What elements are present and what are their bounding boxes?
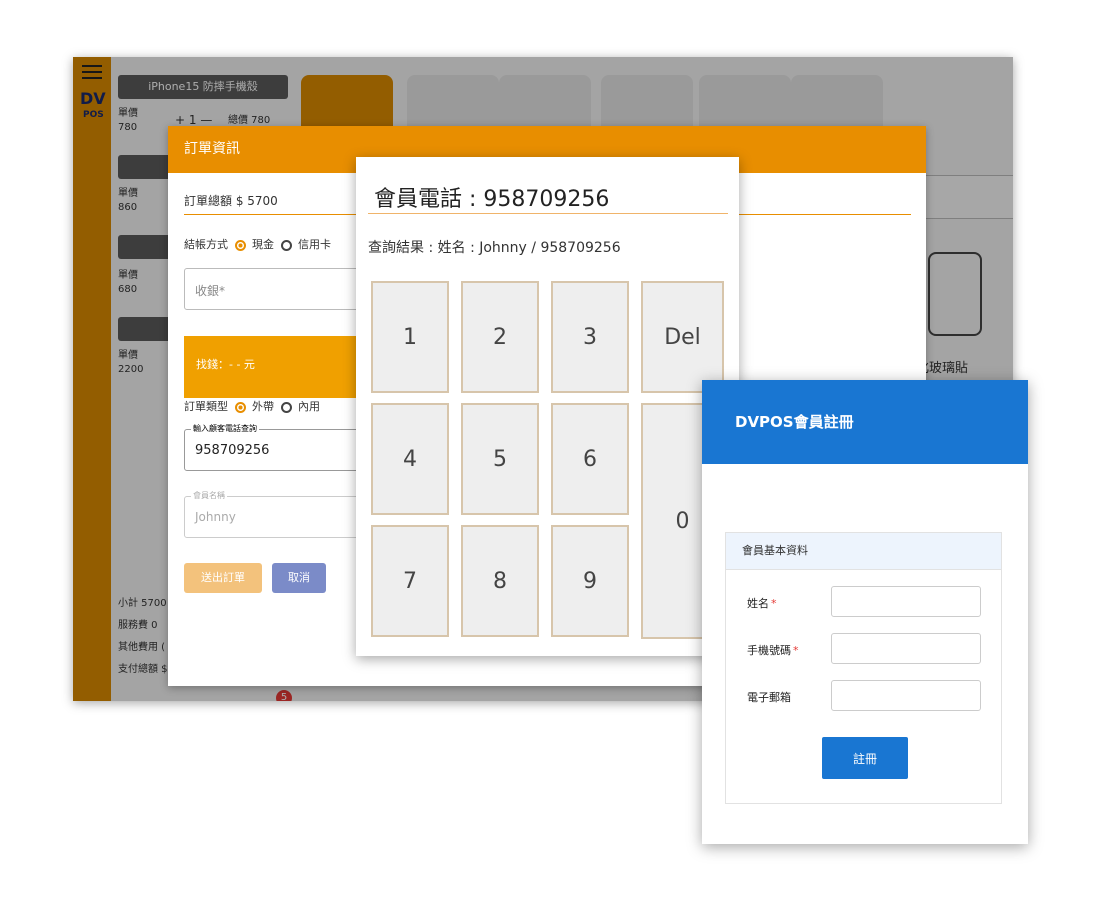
key-1[interactable]: 1 [371, 281, 449, 393]
phone-query-field[interactable]: 輸入顧客電話查詢 958709256 [184, 423, 384, 471]
key-8[interactable]: 8 [461, 525, 539, 637]
name-label: 姓名 * [747, 595, 777, 611]
key-7[interactable]: 7 [371, 525, 449, 637]
keypad-dialog: 會員電話 : 958709256 查詢結果 : 姓名 : Johnny / 95… [356, 157, 739, 656]
key-5[interactable]: 5 [461, 403, 539, 515]
radio-cash[interactable] [234, 239, 246, 251]
panel-title: 會員基本資料 [726, 533, 1001, 570]
phone-input[interactable] [831, 633, 981, 664]
email-input[interactable] [831, 680, 981, 711]
required-mark: * [793, 644, 799, 657]
phone-label-text: 手機號碼 [747, 644, 791, 657]
member-name-field[interactable]: 會員名稱 Johnny [184, 490, 384, 538]
order-total: 訂單總額 $ 5700 [184, 194, 278, 208]
radio-card[interactable] [280, 239, 292, 251]
order-type: 訂單類型 外帶 內用 [184, 398, 320, 414]
register-button[interactable]: 註冊 [822, 737, 908, 779]
radio-dinein[interactable] [280, 401, 292, 413]
key-3[interactable]: 3 [551, 281, 629, 393]
cancel-button[interactable]: 取消 [272, 563, 326, 593]
key-4[interactable]: 4 [371, 403, 449, 515]
phone-query-value: 958709256 [195, 443, 270, 458]
key-2[interactable]: 2 [461, 281, 539, 393]
payment-label: 結帳方式 [184, 238, 228, 251]
change-display: 找錢：- - 元 [184, 336, 384, 398]
email-label: 電子郵箱 [747, 691, 791, 704]
registration-title: DVPOS會員註冊 [702, 380, 1028, 464]
member-basic-info-panel: 會員基本資料 姓名 * 手機號碼 * 電子郵箱 註冊 [725, 532, 1002, 804]
divider [368, 213, 728, 214]
radio-dinein-label: 內用 [298, 400, 320, 413]
phone-query-legend: 輸入顧客電話查詢 [191, 423, 259, 434]
radio-takeout[interactable] [234, 401, 246, 413]
member-phone-title: 會員電話 : 958709256 [374, 187, 610, 212]
key-6[interactable]: 6 [551, 403, 629, 515]
radio-card-label: 信用卡 [298, 238, 331, 251]
key-delete[interactable]: Del [641, 281, 724, 393]
query-result: 查詢結果 : 姓名 : Johnny / 958709256 [368, 240, 621, 256]
radio-takeout-label: 外帶 [252, 400, 274, 413]
phone-label: 手機號碼 * [747, 642, 799, 658]
required-mark: * [771, 597, 777, 610]
member-name-value: Johnny [195, 510, 236, 524]
radio-cash-label: 現金 [252, 238, 274, 251]
submit-order-button[interactable]: 送出訂單 [184, 563, 262, 593]
member-name-legend: 會員名稱 [191, 490, 227, 501]
payment-method: 結帳方式 現金 信用卡 [184, 236, 331, 252]
key-9[interactable]: 9 [551, 525, 629, 637]
name-input[interactable] [831, 586, 981, 617]
received-amount-input[interactable]: 收銀* [184, 268, 384, 310]
name-label-text: 姓名 [747, 597, 769, 610]
member-registration-card: DVPOS會員註冊 會員基本資料 姓名 * 手機號碼 * 電子郵箱 註冊 [702, 380, 1028, 844]
order-type-label: 訂單類型 [184, 400, 228, 413]
